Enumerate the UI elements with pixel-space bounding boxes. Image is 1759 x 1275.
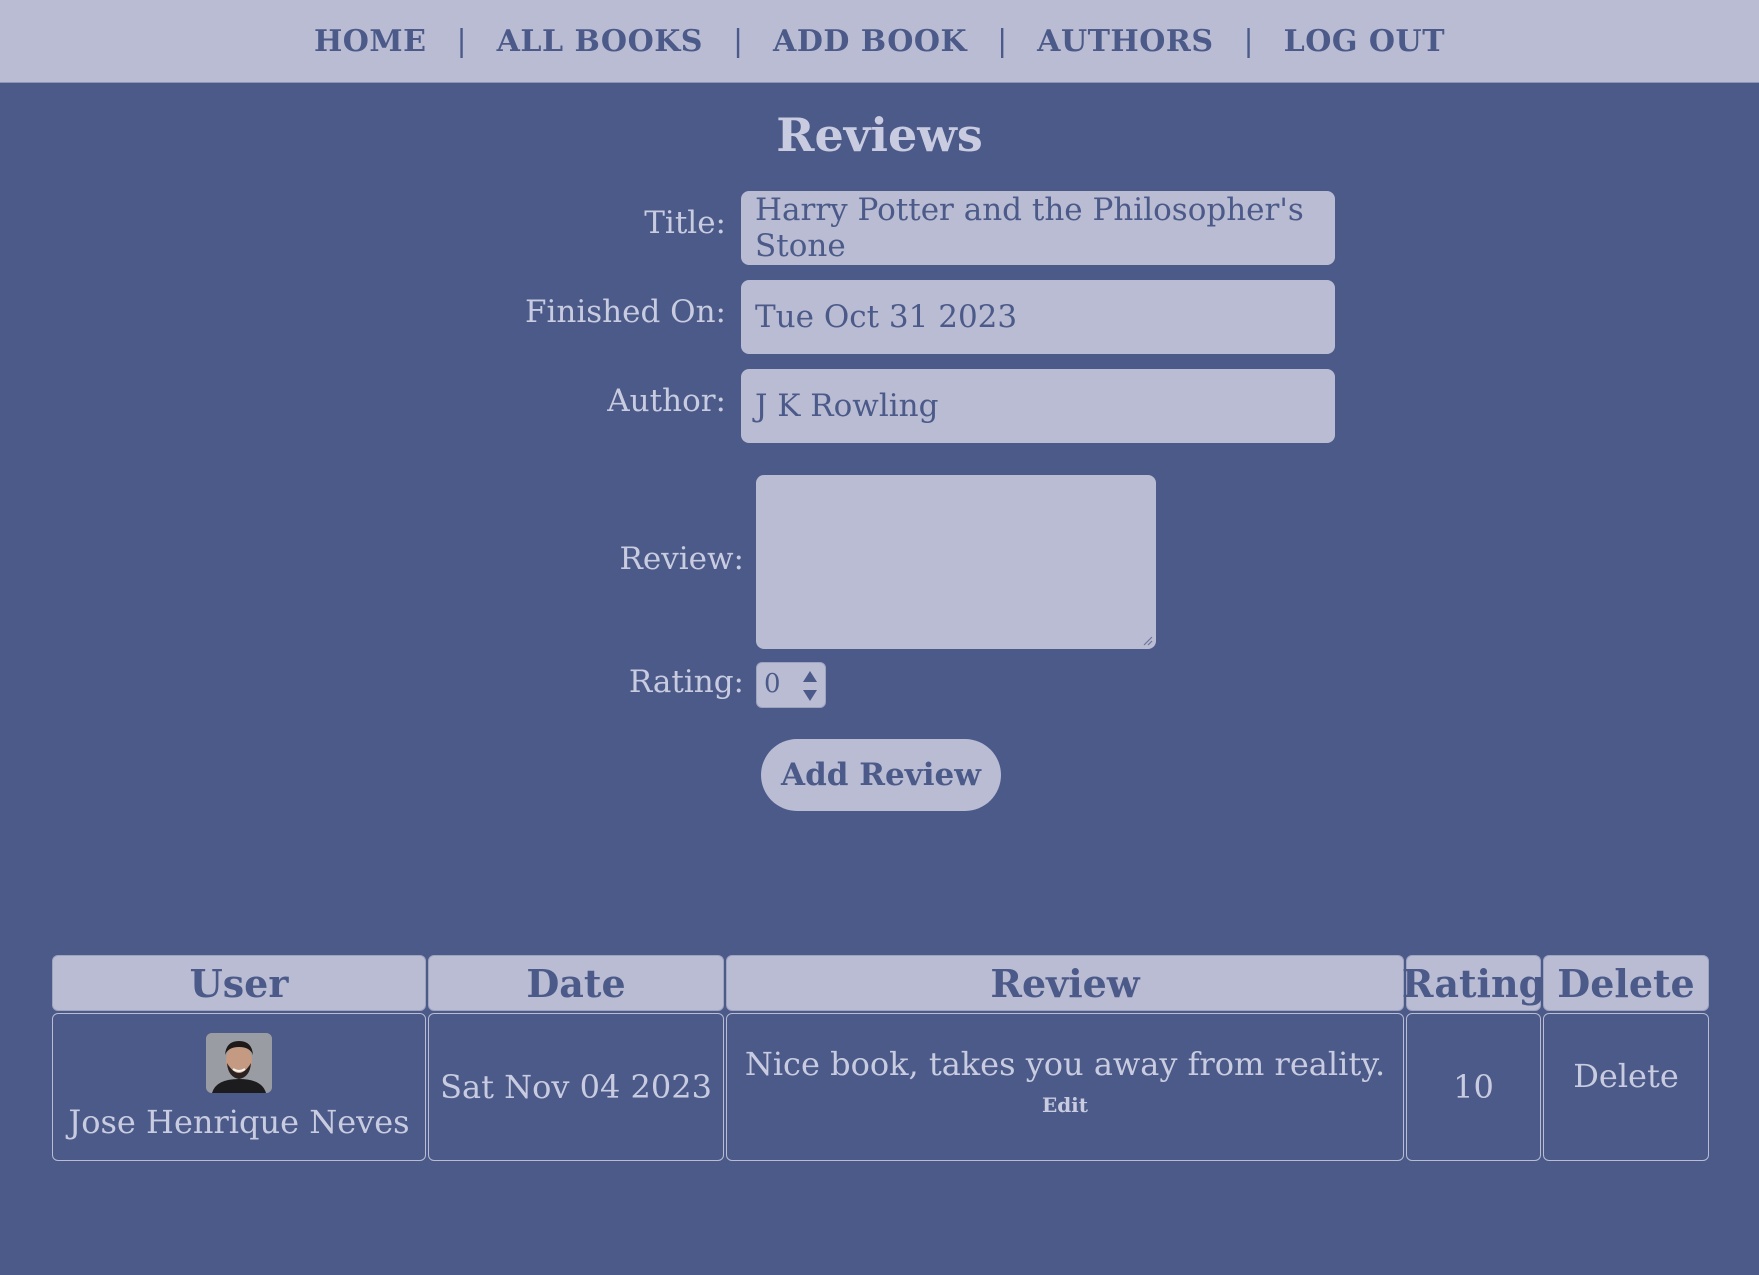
review-date: Sat Nov 04 2023 [440, 1068, 712, 1106]
title-field[interactable]: Harry Potter and the Philosopher's Stone [741, 191, 1335, 265]
finished-on-field[interactable]: Tue Oct 31 2023 [741, 280, 1335, 354]
table-row-delete-cell: Delete [1543, 1013, 1709, 1161]
author-field-value: J K Rowling [755, 388, 939, 424]
nav-authors-link[interactable]: AUTHORS [1037, 24, 1213, 59]
top-nav: HOME | ALL BOOKS | ADD BOOK | AUTHORS | … [0, 0, 1759, 83]
column-header-rating: Rating [1402, 955, 1545, 1011]
resize-grip-icon[interactable] [1143, 636, 1153, 646]
review-textarea[interactable] [756, 475, 1156, 649]
user-name: Jose Henrique Neves [68, 1103, 410, 1141]
finished-on-field-value: Tue Oct 31 2023 [755, 299, 1018, 335]
nav-separator: | [732, 23, 744, 59]
nav-all-books-link[interactable]: ALL BOOKS [497, 24, 703, 59]
table-row-rating-cell: 10 [1406, 1013, 1541, 1161]
finished-on-label: Finished On: [524, 294, 726, 330]
nav-add-book-link[interactable]: ADD BOOK [773, 24, 967, 59]
rating-label: Rating: [628, 664, 744, 700]
page-title: Reviews [776, 108, 983, 162]
avatar [206, 1033, 272, 1093]
delete-review-button[interactable]: Delete [1573, 1057, 1679, 1095]
review-label: Review: [619, 541, 744, 577]
author-label: Author: [607, 383, 726, 419]
edit-review-link[interactable]: Edit [1042, 1093, 1088, 1117]
title-label: Title: [644, 205, 726, 241]
nav-log-out-link[interactable]: LOG OUT [1284, 24, 1445, 59]
column-header-review: Review [726, 955, 1404, 1011]
column-header-date: Date [428, 955, 724, 1011]
table-row-review-cell: Nice book, takes you away from reality. … [726, 1013, 1404, 1161]
column-header-delete: Delete [1543, 955, 1709, 1011]
nav-separator: | [456, 23, 467, 59]
author-field[interactable]: J K Rowling [741, 369, 1335, 443]
column-header-user: User [52, 955, 426, 1011]
nav-home-link[interactable]: HOME [314, 24, 427, 59]
table-row-date-cell: Sat Nov 04 2023 [428, 1013, 724, 1161]
title-field-value: Harry Potter and the Philosopher's Stone [755, 192, 1304, 264]
nav-separator: | [997, 23, 1008, 59]
review-text: Nice book, takes you away from reality. [744, 1045, 1386, 1083]
add-review-button[interactable]: Add Review [761, 739, 1001, 811]
rating-stepper[interactable]: 0 [756, 662, 826, 708]
user-photo [206, 1033, 272, 1093]
rating-value: 0 [764, 669, 781, 699]
nav-separator: | [1243, 23, 1254, 59]
table-row-user-cell: Jose Henrique Neves [52, 1013, 426, 1161]
stepper-arrows-icon[interactable] [801, 667, 819, 705]
review-rating: 10 [1453, 1068, 1494, 1106]
